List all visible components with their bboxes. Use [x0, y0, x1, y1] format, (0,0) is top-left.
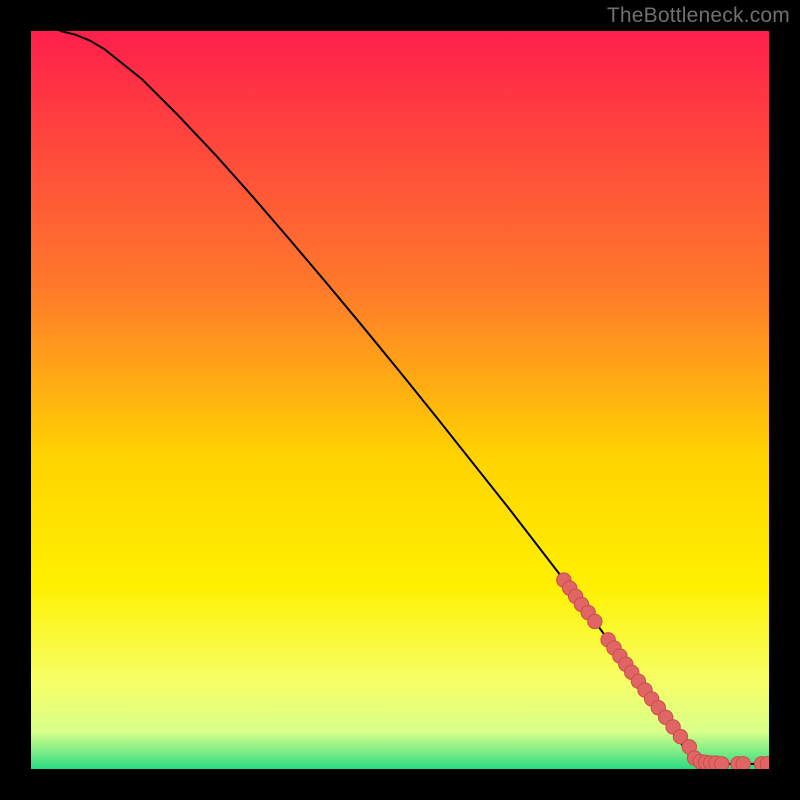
data-marker: [715, 757, 729, 769]
gradient-bg: [31, 31, 769, 769]
chart-plot: [31, 31, 769, 769]
data-marker: [736, 757, 750, 769]
chart-stage: { "watermark": "TheBottleneck.com", "col…: [0, 0, 800, 800]
data-marker: [588, 614, 602, 628]
watermark-text: TheBottleneck.com: [607, 4, 790, 28]
